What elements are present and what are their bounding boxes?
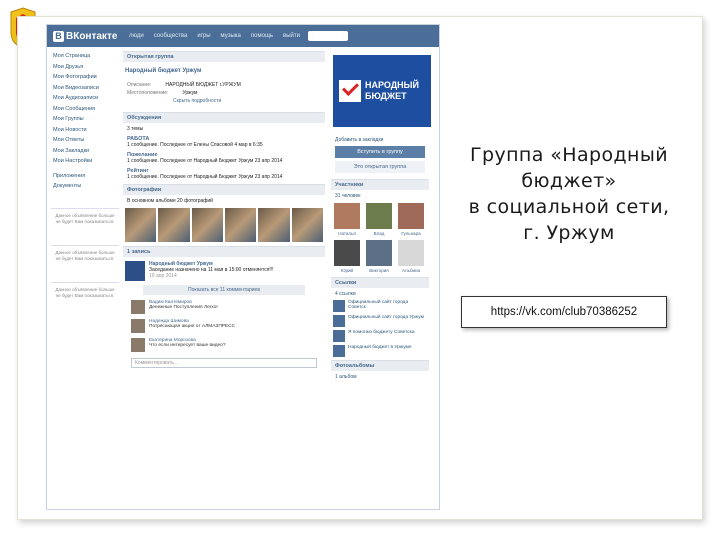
discussion-topic[interactable]: Пожелание 1 сообщение. Последнее от Народ… — [127, 152, 321, 164]
menu-item[interactable]: Моя Страница — [53, 51, 119, 62]
photo-thumb[interactable] — [291, 208, 323, 242]
members-count: 31 человек — [335, 193, 361, 199]
link-item[interactable]: Официальный сайт города Уржум — [333, 315, 427, 327]
photo-thumb[interactable] — [158, 208, 190, 242]
photo-thumb[interactable] — [191, 208, 223, 242]
albums-count: 1 альбом — [335, 374, 357, 380]
menu-item[interactable]: Мои Друзья — [53, 62, 119, 73]
ad-block: Данное объявление больше не будет Вам по… — [51, 281, 119, 303]
bookmark-link[interactable]: Добавить в закладки — [335, 137, 425, 143]
top-nav-item[interactable]: выйти — [283, 33, 300, 39]
discussion-topic[interactable]: РАБОТА 1 сообщение. Последнее от Елены Сп… — [127, 136, 321, 148]
wall-header: 1 запись — [123, 246, 325, 257]
group-location: Местоположение: Уржум — [127, 90, 198, 96]
links-count: 4 ссылки — [335, 291, 356, 297]
link-item[interactable]: Официальный сайт города Советск — [333, 300, 427, 312]
member[interactable]: Влад — [365, 203, 393, 236]
discussions-header[interactable]: Обсуждения — [123, 112, 325, 123]
member[interactable]: Виктория — [365, 240, 393, 273]
top-nav-item[interactable]: люди — [129, 33, 144, 39]
presentation-slide: В ВКонтакте люди сообщества игры музыка … — [0, 0, 720, 540]
ad-block: Данное объявление больше не будет Вам по… — [51, 244, 119, 266]
top-nav-item[interactable]: сообщества — [154, 33, 188, 39]
open-group-label: Это открытая группа — [335, 161, 425, 173]
menu-item[interactable]: Мои Группы — [53, 114, 119, 125]
top-nav-item[interactable]: помощь — [251, 33, 273, 39]
avatar[interactable] — [131, 319, 145, 333]
vk-logo-icon: В — [53, 30, 64, 42]
links-header[interactable]: Ссылки — [331, 277, 429, 288]
link-item[interactable]: Я помогаю бюджету Советска — [333, 330, 427, 342]
top-nav-item[interactable]: музыка — [221, 33, 241, 39]
photo-thumb[interactable] — [125, 208, 157, 242]
menu-item[interactable]: Мои Ответы — [53, 135, 119, 146]
group-logo: НАРОДНЫЙ БЮДЖЕТ — [333, 55, 431, 127]
menu-item[interactable]: Приложения — [53, 171, 119, 182]
avatar[interactable] — [131, 338, 145, 352]
photos-caption: В основном альбоме 20 фотографий — [127, 198, 213, 204]
comment: Вадим Кантемиров Денежные Поступления Лег… — [131, 300, 323, 314]
discussion-topic[interactable]: Рейтинг 1 сообщение. Последнее от Народны… — [127, 168, 321, 180]
join-group-button[interactable]: Вступить в группу — [335, 146, 425, 158]
menu-item[interactable]: Мои Видеозаписи — [53, 83, 119, 94]
checkmark-icon — [339, 80, 361, 102]
photo-strip — [125, 208, 323, 242]
search-input[interactable] — [307, 31, 348, 41]
discussions-count: 3 темы — [127, 126, 144, 132]
group-name: Народный бюджет Уржум — [125, 68, 202, 74]
link-icon — [333, 330, 345, 342]
menu-item[interactable]: Мои Фотографии — [53, 72, 119, 83]
hide-details-link[interactable]: Скрыть подробности — [173, 98, 321, 104]
post-date: 19 апр 2014 — [149, 273, 177, 279]
member[interactable]: Юрий — [333, 240, 361, 273]
group-type: Открытая группа — [123, 51, 325, 62]
comment-input[interactable]: Комментировать... — [131, 358, 317, 368]
link-icon — [333, 300, 345, 312]
slide-title: Группа «Народный бюджет» в социальной се… — [468, 144, 670, 244]
vk-header: В ВКонтакте люди сообщества игры музыка … — [47, 25, 439, 47]
avatar[interactable] — [125, 261, 145, 281]
link-icon — [333, 315, 345, 327]
link-icon — [333, 345, 345, 357]
menu-item[interactable]: Мои Настройки — [53, 156, 119, 167]
vk-screenshot: В ВКонтакте люди сообщества игры музыка … — [46, 24, 440, 510]
avatar[interactable] — [131, 300, 145, 314]
comment: Екатерина Морозова Что если интересует ва… — [131, 338, 323, 352]
albums-header[interactable]: Фотоальбомы — [331, 360, 429, 371]
show-comments-button[interactable]: Показать все 11 комментариев — [143, 285, 305, 295]
top-nav-item[interactable]: игры — [197, 33, 210, 39]
member[interactable]: Гульнара — [397, 203, 425, 236]
group-url[interactable]: https://vk.com/club70386252 — [461, 296, 667, 328]
menu-item[interactable]: Документы — [53, 181, 119, 192]
ad-block: Данное объявление больше не будет Вам по… — [51, 207, 119, 229]
photo-thumb[interactable] — [224, 208, 257, 242]
comment: Надежда Шимова Потрясающая акция от АЛМАЗ… — [131, 319, 323, 333]
link-item[interactable]: Народный бюджет в Уржуме — [333, 345, 427, 357]
photos-header[interactable]: Фотографии — [123, 184, 325, 195]
wall-post: Народный бюджет Уржум Заседание назначен… — [125, 261, 323, 281]
group-description: Описание: НАРОДНЫЙ БЮДЖЕТ г.УРЖУМ — [127, 82, 241, 88]
member[interactable]: Наталья — [333, 203, 361, 236]
left-menu: Моя Страница Мои Друзья Мои Фотографии М… — [47, 47, 119, 380]
menu-item[interactable]: Мои Закладки — [53, 146, 119, 157]
menu-item[interactable]: Мои Аудиозаписи — [53, 93, 119, 104]
menu-item[interactable]: Мои Сообщения — [53, 104, 119, 115]
photo-thumb[interactable] — [258, 208, 290, 242]
right-column: НАРОДНЫЙ БЮДЖЕТ Добавить в закладки Вступ… — [329, 47, 433, 380]
menu-item[interactable]: Мои Новости — [53, 125, 119, 136]
members-grid: Наталья Влад Гульнара Юрий Виктория Альб… — [333, 203, 427, 273]
top-nav: люди сообщества игры музыка помощь выйти — [129, 33, 300, 39]
main-column: Открытая группа Народный бюджет Уржум Оп… — [119, 47, 329, 380]
member[interactable]: Альбина — [397, 240, 425, 273]
vk-logo[interactable]: В ВКонтакте — [53, 30, 123, 42]
members-header[interactable]: Участники — [331, 179, 429, 190]
